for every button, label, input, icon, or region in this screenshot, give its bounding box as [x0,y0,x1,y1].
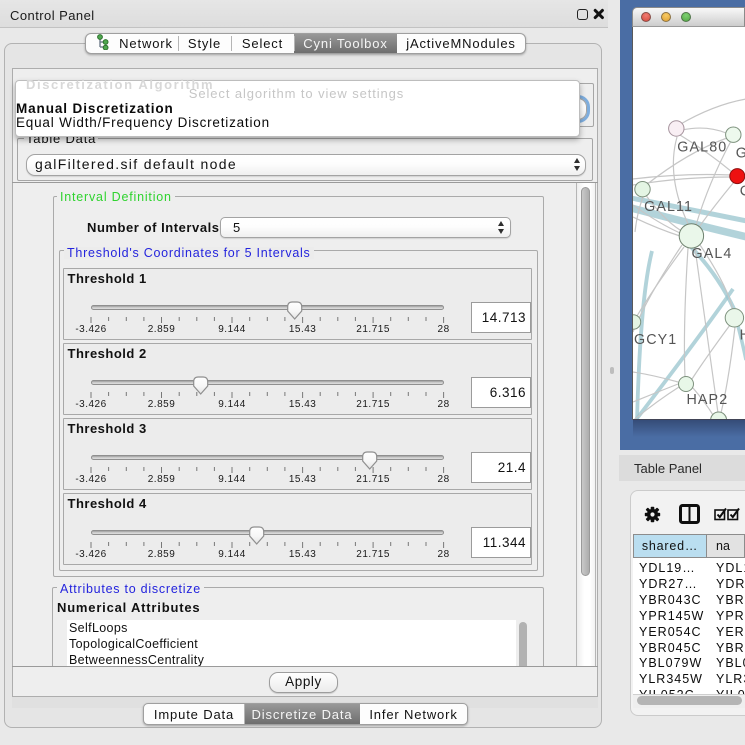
svg-text:GAL4: GAL4 [692,246,733,262]
svg-text:GAL11: GAL11 [644,199,693,215]
svg-text:HAP2: HAP2 [687,392,729,408]
svg-text:GAL3: GAL3 [736,145,745,161]
svg-text:HIS: HIS [740,328,745,344]
svg-text:GAL80: GAL80 [677,139,727,155]
svg-text:CYC: CYC [740,184,745,200]
svg-text:GCY1: GCY1 [634,332,677,348]
